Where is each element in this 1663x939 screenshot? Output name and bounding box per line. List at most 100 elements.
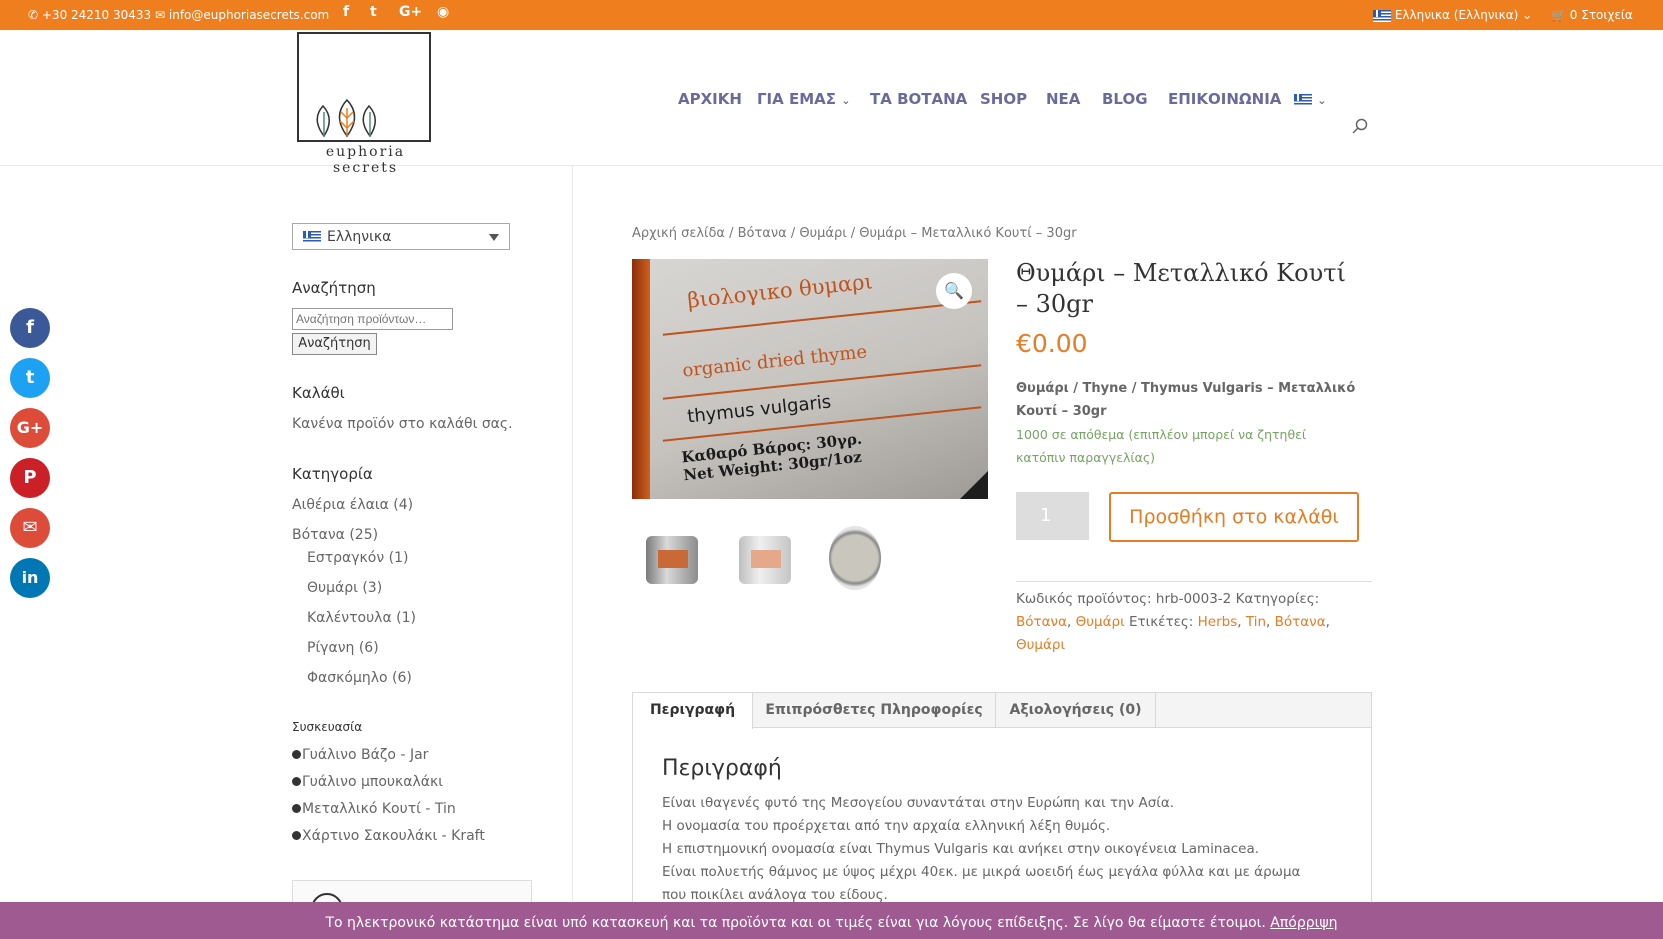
product-main-image[interactable]: βιολογικο θυμαρι organic dried thyme thy… [632, 259, 988, 499]
share-pinterest-button[interactable]: P [10, 458, 50, 498]
nav-language-menu[interactable]: ⌄ [1294, 90, 1326, 108]
cart-link[interactable]: 🛒 0 Στοιχεία [1551, 8, 1633, 22]
tin-top-thumbnail-image [829, 526, 881, 590]
nav-item-news[interactable]: ΝΕΑ [1046, 90, 1080, 108]
product-thumbnail[interactable] [823, 526, 885, 592]
breadcrumb[interactable]: Αρχική σελίδα / Βότανα / Θυμάρι / Θυμάρι… [632, 226, 1077, 241]
cookie-dismiss-link[interactable]: Απόρριψη [1270, 915, 1337, 931]
product-thumbnail[interactable] [733, 526, 795, 592]
description-line: Είναι πολυετής θάμνος με ύψος μέχρι 40εκ… [662, 864, 1301, 903]
sku-value: hrb-0003-2 [1155, 591, 1232, 607]
cart-count: 0 Στοιχεία [1569, 8, 1633, 22]
phone-link[interactable]: ✆ +30 24210 30433 [28, 8, 151, 22]
share-google-plus-button[interactable]: G+ [10, 408, 50, 448]
subcategory-count: (1) [388, 550, 409, 566]
subcategory-label: Ρίγανη [307, 640, 355, 656]
tin-thumbnail-image [739, 536, 791, 584]
facebook-icon[interactable]: f [343, 4, 349, 20]
tag-link[interactable]: Tin [1246, 614, 1266, 630]
subcategory-item[interactable]: Εστραγκόν (1) [307, 550, 408, 566]
sku-label: Κωδικός προϊόντος: [1016, 591, 1152, 607]
top-bar: ✆ +30 24210 30433 ✉ info@euphoriasecrets… [0, 0, 1663, 30]
category-label: Βότανα [292, 527, 345, 543]
description-title: Περιγραφή [662, 756, 782, 781]
logo-frame [297, 32, 431, 142]
category-widget-title: Κατηγορία [292, 465, 373, 483]
label-weight: Καθαρό Βάρος: 30γρ. Net Weight: 30gr/1oz [681, 430, 865, 485]
dropdown-arrow-icon [489, 234, 499, 241]
quantity-input[interactable]: 1 [1016, 492, 1089, 540]
subcategory-count: (3) [362, 580, 383, 596]
greek-flag-icon [303, 231, 321, 243]
product-thumbnail[interactable] [640, 526, 702, 592]
logo-text: euphoria secrets [325, 144, 406, 176]
nav-item-contact[interactable]: ΕΠΙΚΟΙΝΩΝΙΑ [1168, 90, 1281, 108]
subcategory-item[interactable]: Καλέντουλα (1) [307, 610, 416, 626]
packaging-filter-item[interactable]: Χάρτινο Σακουλάκι - Kraft [292, 828, 485, 844]
language-select-value: Ελληνικα [327, 229, 392, 245]
nav-item-shop[interactable]: SHOP [980, 90, 1027, 108]
twitter-icon[interactable]: t [370, 4, 377, 20]
share-email-button[interactable]: ✉ [10, 508, 50, 548]
category-item[interactable]: Βότανα (25) [292, 527, 378, 543]
search-icon[interactable] [1352, 118, 1368, 134]
rss-icon[interactable]: ◉ [437, 4, 449, 20]
label-line-1: βιολογικο θυμαρι [686, 269, 874, 313]
site-logo[interactable]: euphoria secrets [293, 32, 438, 176]
tag-link[interactable]: Θυμάρι [1016, 637, 1065, 653]
tab-description[interactable]: Περιγραφή [633, 693, 753, 729]
radio-dot-icon [292, 750, 301, 759]
category-item[interactable]: Αιθέρια έλαια (4) [292, 497, 413, 513]
categories-label: Κατηγορίες: [1235, 591, 1320, 607]
share-facebook-button[interactable]: f [10, 308, 50, 348]
description-line: Είναι ιθαγενές φυτό της Μεσογείου συναντ… [662, 795, 1175, 811]
packaging-widget-title: Συσκευασία [292, 720, 363, 734]
product-price: €0.00 [1016, 329, 1088, 358]
share-twitter-button[interactable]: t [10, 358, 50, 398]
subcategory-label: Καλέντουλα [307, 610, 392, 626]
email-icon: ✉ [22, 517, 38, 538]
nav-item-about[interactable]: ΓΙΑ ΕΜΑΣ ⌄ [757, 90, 850, 108]
product-search-input[interactable] [292, 308, 453, 330]
email-link[interactable]: ✉ info@euphoriasecrets.com [155, 8, 329, 22]
category-count: (4) [393, 497, 414, 513]
packaging-label: Χάρτινο Σακουλάκι - Kraft [302, 828, 485, 844]
packaging-filter-item[interactable]: Γυάλινο Βάζο - Jar [292, 747, 428, 763]
nav-item-blog[interactable]: BLOG [1102, 90, 1148, 108]
phone-text: +30 24210 30433 [41, 8, 152, 22]
category-label: Αιθέρια έλαια [292, 497, 389, 513]
radio-dot-icon [292, 831, 301, 840]
tag-link[interactable]: Herbs [1198, 614, 1238, 630]
subcategory-item[interactable]: Ρίγανη (6) [307, 640, 379, 656]
language-select[interactable]: Ελληνικα [292, 223, 510, 250]
category-link[interactable]: Βότανα [1016, 614, 1067, 630]
image-corner-shadow [960, 471, 988, 499]
nav-item-herbs[interactable]: ΤΑ ΒΟΤΑΝΑ [870, 90, 967, 108]
meta-divider [1016, 581, 1372, 582]
radio-dot-icon [292, 777, 301, 786]
greek-flag-icon [1373, 9, 1391, 22]
packaging-filter-item[interactable]: Γυάλινο μπουκαλάκι [292, 774, 443, 790]
subcategory-label: Φασκόμηλο [307, 670, 388, 686]
google-plus-icon[interactable]: G+ [399, 4, 422, 20]
subcategory-item[interactable]: Φασκόμηλο (6) [307, 670, 412, 686]
category-link[interactable]: Θυμάρι [1076, 614, 1125, 630]
tab-reviews[interactable]: Αξιολογήσεις (0) [996, 693, 1156, 728]
product-search-button[interactable]: Αναζήτηση [292, 333, 377, 355]
radio-dot-icon [292, 804, 301, 813]
nav-item-home[interactable]: ΑΡΧΙΚΗ [678, 90, 742, 108]
description-line: Η επιστημονική ονομασία είναι Thymus Vul… [662, 841, 1260, 857]
stock-status: 1000 σε απόθεμα (επιπλέον μπορεί να ζητη… [1016, 427, 1307, 465]
share-linkedin-button[interactable]: in [10, 558, 50, 598]
tab-additional-info[interactable]: Επιπρόσθετες Πληροφορίες [753, 693, 996, 728]
cart-icon: 🛒 [1551, 8, 1566, 22]
zoom-icon[interactable]: 🔍 [936, 273, 972, 309]
language-switcher[interactable]: Ελληνικα (Ελληνικα) ⌄ [1373, 8, 1532, 22]
label-line-2: organic dried thyme [681, 341, 868, 382]
tag-link[interactable]: Βότανα [1275, 614, 1326, 630]
description-body: Είναι ιθαγενές φυτό της Μεσογείου συναντ… [662, 792, 1312, 907]
category-count: (25) [349, 527, 379, 543]
packaging-filter-item[interactable]: Μεταλλικό Κουτί - Tin [292, 801, 456, 817]
subcategory-item[interactable]: Θυμάρι (3) [307, 580, 382, 596]
add-to-cart-button[interactable]: Προσθήκη στο καλάθι [1109, 492, 1359, 542]
